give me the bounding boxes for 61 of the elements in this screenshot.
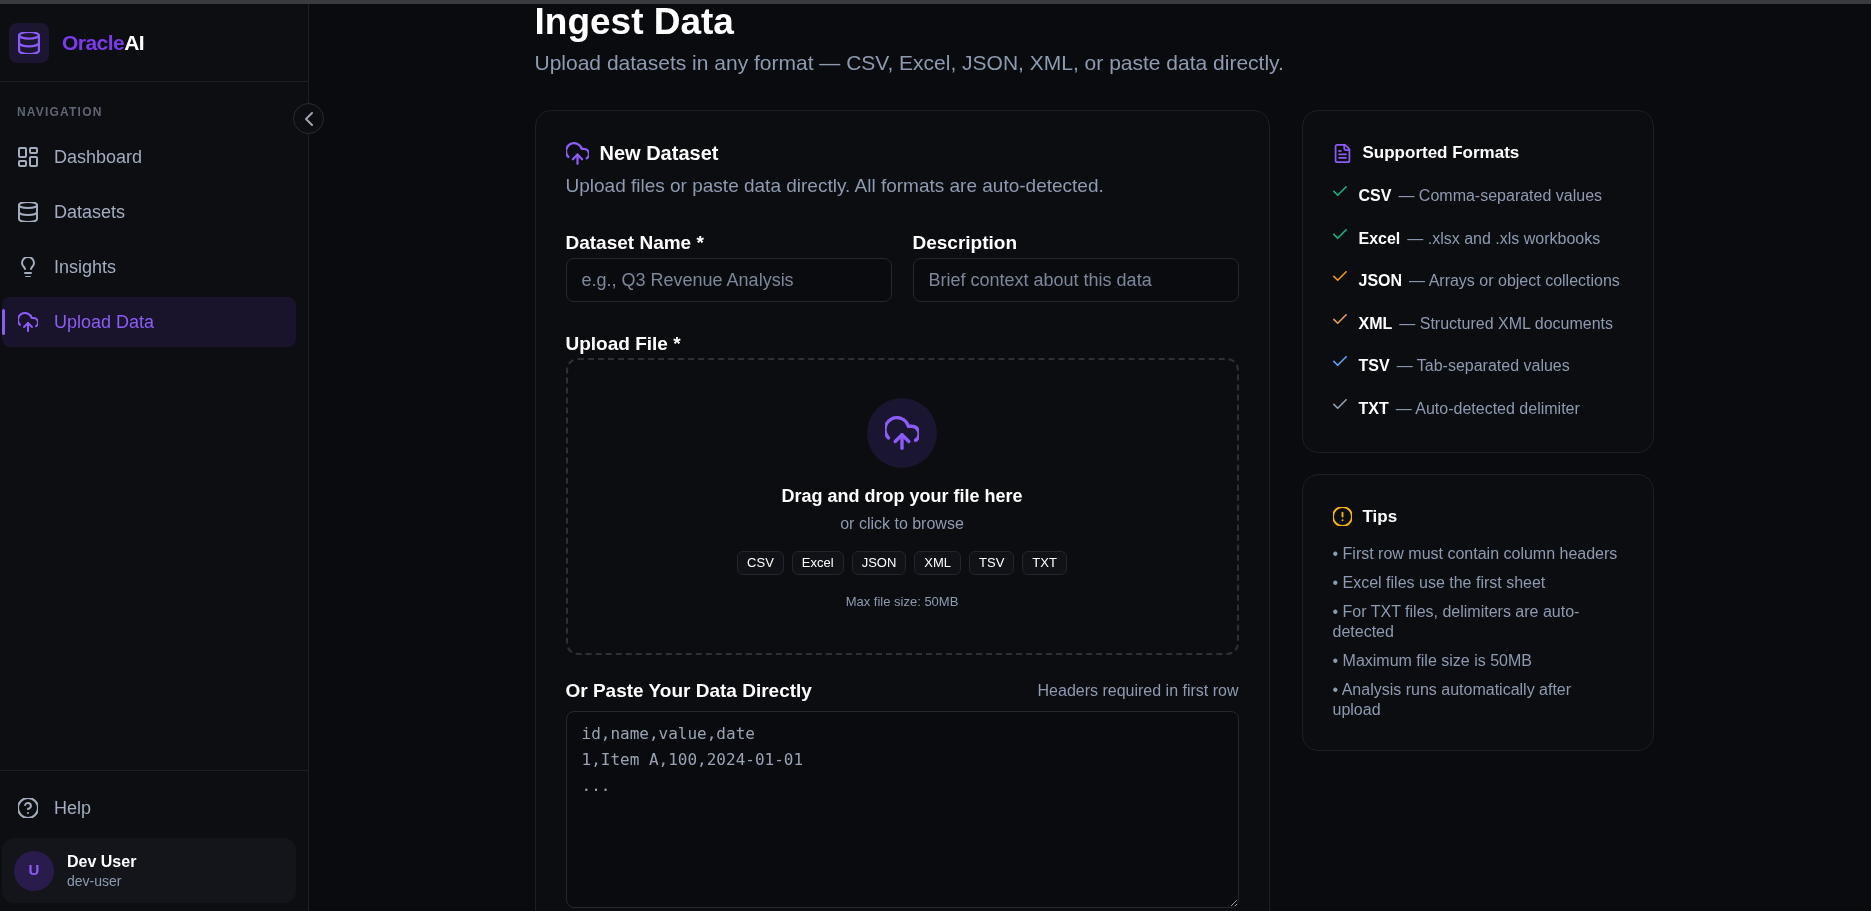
- drop-zone-hint: or click to browse: [840, 514, 964, 534]
- format-tag: TSV: [969, 551, 1015, 575]
- user-avatar: U: [14, 850, 54, 891]
- page-subtitle: Upload datasets in any format — CSV, Excel, JSON, XML, or paste data directly.: [534, 50, 1285, 76]
- field-label: Or Paste Your Data Directly: [565, 681, 812, 701]
- format-description: — Arrays or object collections: [1409, 271, 1620, 291]
- field-label: Dataset Name *: [565, 233, 705, 253]
- format-tag: JSON: [851, 551, 907, 575]
- card-title: Tips: [1362, 505, 1398, 528]
- field-label: Upload File *: [565, 334, 682, 354]
- format-name: CSV: [1358, 186, 1392, 206]
- field-note: Headers required in first row: [1037, 681, 1239, 701]
- format-name: Excel: [1358, 228, 1401, 249]
- format-name: TSV: [1358, 356, 1390, 376]
- format-tag: CSV: [737, 551, 784, 575]
- file-size-limit: Max file size: 50MB: [845, 593, 959, 611]
- document-icon: [1332, 143, 1352, 163]
- database-icon: [9, 22, 49, 63]
- nav-section-label: NAVIGATION: [16, 104, 104, 120]
- format-description: — Tab-separated values: [1396, 356, 1570, 376]
- tip-text: • Maximum file size is 50MB: [1332, 650, 1533, 671]
- format-tag: Excel: [791, 551, 844, 575]
- format-description: — Comma-separated values: [1398, 186, 1603, 206]
- user-handle: dev-user: [67, 871, 123, 890]
- text-input-field[interactable]: Brief context about this data: [912, 258, 1239, 302]
- tip-text: • First row must contain column headers: [1332, 543, 1619, 564]
- tip-text: • For TXT files, delimiters are auto-detected: [1332, 601, 1581, 642]
- format-name: JSON: [1358, 271, 1403, 291]
- user-card[interactable]: U Dev User dev-user: [2, 838, 296, 903]
- lightbulb-icon: [18, 257, 38, 277]
- page-title: Ingest Data: [534, 4, 735, 40]
- nav-item[interactable]: Datasets: [2, 187, 296, 237]
- help-link[interactable]: Help: [2, 783, 296, 833]
- app-logo-text: OracleAI: [62, 29, 145, 56]
- tip-text: • Excel files use the first sheet: [1332, 572, 1547, 593]
- format-tag: TXT: [1022, 551, 1067, 575]
- tip-text: • Analysis runs automatically after upload: [1332, 679, 1573, 720]
- card-subtitle: Upload files or paste data directly. All formats are auto-detected.: [565, 174, 1105, 198]
- database-icon: [18, 202, 38, 222]
- nav-item[interactable]: Upload Data: [2, 297, 296, 347]
- card-title: Supported Formats: [1362, 142, 1520, 164]
- dashboard-grid-icon: [18, 147, 38, 167]
- collapse-sidebar-button[interactable]: [293, 103, 324, 134]
- format-name: XML: [1358, 313, 1393, 334]
- drop-zone-heading: Drag and drop your file here: [781, 485, 1023, 508]
- cloud-upload-icon: [565, 141, 589, 165]
- format-description: — Structured XML documents: [1399, 313, 1613, 334]
- field-label: Description: [912, 233, 1019, 253]
- format-description: — .xlsx and .xls workbooks: [1407, 228, 1601, 249]
- format-description: — Auto-detected delimiter: [1395, 398, 1580, 419]
- nav-item[interactable]: Insights: [2, 242, 296, 292]
- cloud-upload-icon: [18, 312, 38, 332]
- text-input-field[interactable]: e.g., Q3 Revenue Analysis: [565, 258, 892, 302]
- file-drop-zone[interactable]: Drag and drop your file here or click to browse CSV Excel JSON XML TSV TXT Max file size: 50MB: [565, 358, 1239, 655]
- format-tag: XML: [914, 551, 962, 575]
- help-icon: [18, 798, 38, 818]
- nav-item[interactable]: Dashboard: [2, 132, 296, 182]
- card-title: New Dataset: [599, 141, 719, 165]
- user-name: Dev User: [67, 851, 137, 872]
- format-name: TXT: [1358, 398, 1389, 419]
- paste-data-field[interactable]: id,name,value,date 1,Item A,100,2024-01-01 ...: [565, 711, 1239, 908]
